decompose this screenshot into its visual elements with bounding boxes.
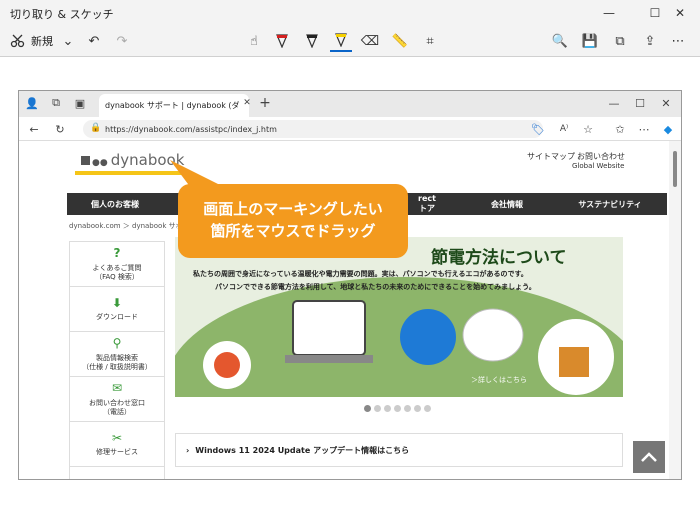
browser-maximize-icon[interactable]: ☐ [633,96,647,110]
sidebar-item-more[interactable]: ◎ [70,467,164,479]
download-icon: ⬇ [111,296,123,311]
carousel-dots[interactable] [364,405,431,412]
profile-icon[interactable]: 👤 [25,96,39,110]
faq-icon: ? [113,246,121,261]
nav-item-company[interactable]: 会社情報 [457,193,557,215]
windows-update-notice[interactable]: › Windows 11 2024 Update アップデート情報はこちら [175,433,623,467]
logo-square-icon [81,156,90,165]
browser-minimize-icon[interactable]: — [607,96,621,110]
ballpoint-pen-icon[interactable] [272,30,292,52]
read-aloud-icon[interactable]: A⁾ [557,122,571,136]
nav-item-store[interactable]: トア [407,193,447,215]
eraser-icon[interactable]: ⌫ [360,30,380,52]
banner-title: 節電方法について [431,248,567,268]
windows-update-text: Windows 11 2024 Update アップデート情報はこちら [195,445,410,455]
refresh-icon[interactable]: ↻ [53,122,67,136]
touch-writing-icon[interactable]: ☝ [244,30,264,52]
callout-line-2: 箇所をマウスでドラッグ [210,222,376,240]
more-tools-icon[interactable]: ⋯ [637,122,651,136]
nav-item-personal[interactable]: 個人のお客様 [67,193,163,215]
mail-icon: ✉ [111,381,123,396]
browser-tab-title: dynabook サポート | dynabook (ダ [105,101,240,110]
snip-icon[interactable] [8,30,28,52]
sitemap-link[interactable]: サイトマップ [527,151,575,162]
instruction-callout: 画面上のマーキングしたい 箇所をマウスでドラッグ [178,184,408,258]
close-tab-icon[interactable]: ✕ [241,97,253,109]
close-button[interactable]: ✕ [660,0,700,26]
highlighter-icon[interactable] [330,30,352,52]
favorites-icon[interactable]: ✩ [613,122,627,136]
back-to-top-button[interactable] [633,441,665,473]
copilot-icon[interactable]: ◆ [661,122,675,136]
captured-screenshot[interactable]: 👤 ⧉ ▣ dynabook サポート | dynabook (ダ ✕ + — … [18,90,682,480]
scrollbar-thumb[interactable] [673,151,677,187]
browser-tab[interactable]: dynabook サポート | dynabook (ダ [99,94,249,117]
carousel-dot[interactable] [424,405,431,412]
sidebar-item-download[interactable]: ⬇ ダウンロード [70,287,164,332]
banner-text-1: 私たちの周囲で身近になっている温暖化や電力需要の問題。実は、パソコンでも行えるエ… [193,270,528,278]
title-bar: 切り取り & スケッチ — ☐ ✕ [0,0,700,26]
nav-item-sustainability[interactable]: サステナビリティ [555,193,665,215]
app-title: 切り取り & スケッチ [10,8,114,21]
copy-icon[interactable]: ⧉ [610,30,630,52]
crop-icon[interactable]: ⌗ [420,30,440,52]
sidebar: ? よくあるご質問 （FAQ 検索） ⬇ ダウンロード ⚲ 製品情報検索 （仕様… [69,241,165,479]
pencil-icon[interactable] [302,30,322,52]
callout-line-1: 画面上のマーキングしたい [203,200,383,219]
zoom-icon[interactable]: 🔍 [550,30,570,52]
eco-banner[interactable]: 節電方法について 私たちの周囲で身近になっている温暖化や電力需要の問題。実は、パ… [175,237,623,397]
dynabook-logo[interactable]: ●● dynabook [81,151,184,169]
page-scrollbar[interactable] [669,141,681,479]
carousel-dot[interactable] [404,405,411,412]
more-icon[interactable]: ⋯ [668,30,688,52]
sidebar-item-repair[interactable]: ✂ 修理サービス [70,422,164,467]
search-icon: ⚲ [112,336,122,351]
chevron-up-icon [641,452,657,462]
banner-more-link[interactable]: ＞詳しくはこちら [471,375,527,385]
url-text: https://dynabook.com/assistpc/index_j.ht… [105,124,277,134]
redo-icon[interactable]: ↷ [112,30,132,52]
url-field[interactable]: 🔒 https://dynabook.com/assistpc/index_j.… [83,120,543,138]
tools-icon: ✂ [111,431,123,446]
tag-icon[interactable]: 🏷 [531,122,545,136]
global-website-link[interactable]: Global Website [572,162,624,170]
undo-icon[interactable]: ↶ [84,30,104,52]
carousel-dot[interactable] [374,405,381,412]
workspaces-icon[interactable]: ⧉ [49,96,63,110]
minimize-button[interactable]: — [586,0,632,26]
tab-actions-icon[interactable]: ▣ [73,96,87,110]
chevron-down-icon[interactable]: ⌄ [58,30,78,52]
logo-dots-icon: ●● [92,158,108,168]
ruler-icon[interactable]: 📏 [390,30,410,52]
carousel-dot[interactable] [364,405,371,412]
browser-tab-bar: 👤 ⧉ ▣ dynabook サポート | dynabook (ダ ✕ + — … [19,91,681,117]
new-button[interactable]: 新規 [30,30,54,52]
favorite-icon[interactable]: ☆ [581,122,595,136]
back-icon[interactable]: ← [27,122,41,136]
address-bar: ← ↻ 🔒 https://dynabook.com/assistpc/inde… [19,117,681,141]
share-icon[interactable]: ⇪ [640,30,660,52]
carousel-dot[interactable] [414,405,421,412]
contact-link[interactable]: お問い合わせ [577,151,625,162]
sidebar-item-faq[interactable]: ? よくあるご質問 （FAQ 検索） [70,242,164,287]
sidebar-item-contact[interactable]: ✉ お問い合わせ窓口 （電話） [70,377,164,422]
chevron-right-icon: › [186,445,190,455]
new-tab-icon[interactable]: + [257,95,273,111]
carousel-dot[interactable] [394,405,401,412]
carousel-dot[interactable] [384,405,391,412]
sidebar-item-product-search[interactable]: ⚲ 製品情報検索 （仕様 / 取扱説明書） [70,332,164,377]
banner-text-2: パソコンでできる節電方法を利用して、地球と私たちの未来のためにできることを始めて… [215,283,536,291]
toolbar: 新規 ⌄ ↶ ↷ ☝ ⌫ 📏 ⌗ 🔍 💾 ⧉ ⇪ ⋯ [0,26,700,56]
lock-icon: 🔒 [90,123,102,133]
save-icon[interactable]: 💾 [580,30,600,52]
browser-close-icon[interactable]: ✕ [659,96,673,110]
